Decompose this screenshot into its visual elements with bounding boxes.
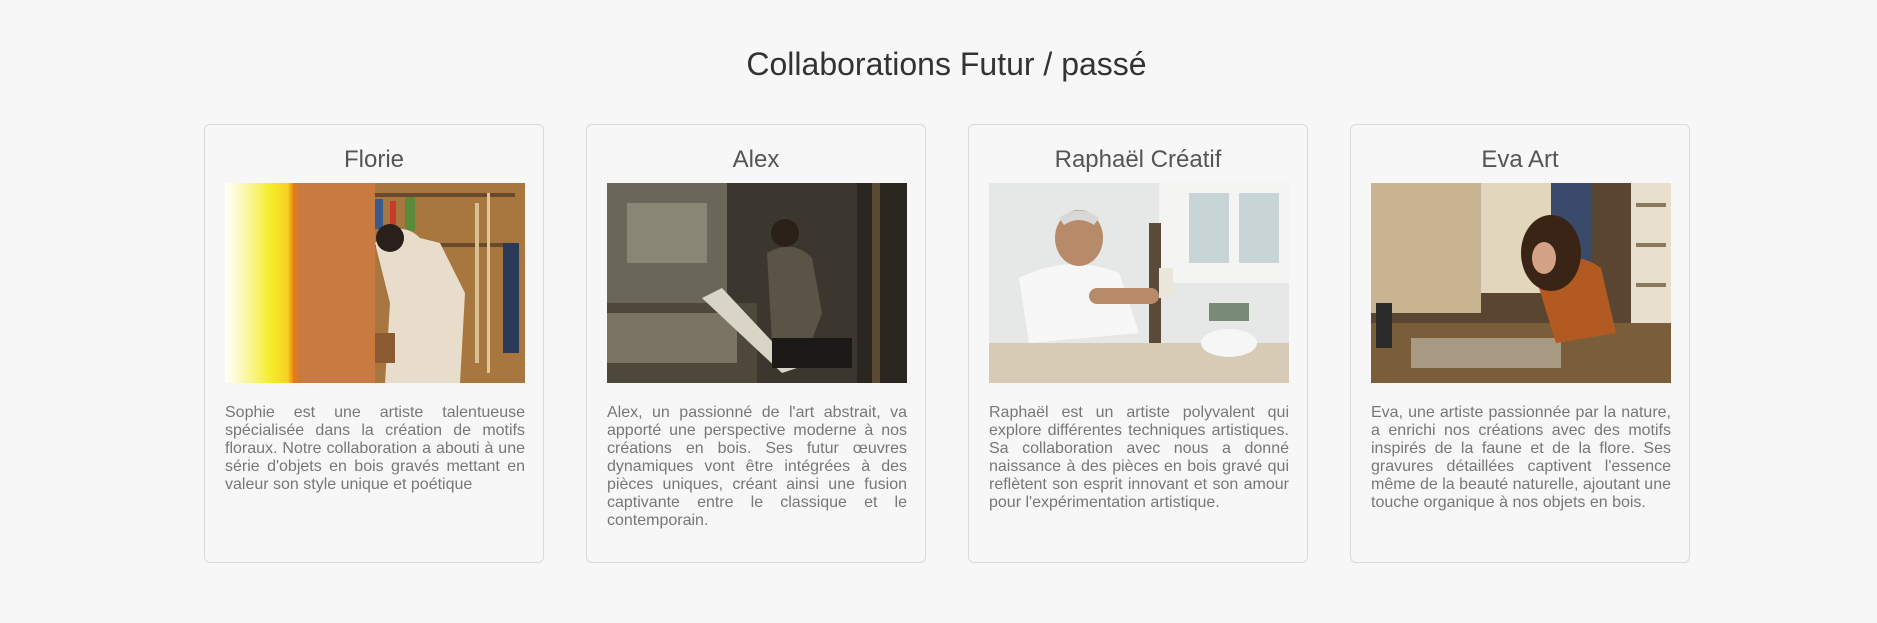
- card-description: Alex, un passionné de l'art abstrait, va…: [607, 404, 907, 529]
- section-title: Collaborations Futur / passé: [746, 46, 1147, 82]
- collaborator-card-eva: Eva Art Eva, une artiste passionnée par …: [1350, 124, 1690, 563]
- card-title: Eva Art: [1481, 146, 1559, 173]
- eva-painting-photo: [1371, 183, 1671, 383]
- collaborator-card-florie: Florie Sophie est une artiste talentueus…: [204, 124, 544, 563]
- card-description: Eva, une artiste passionnée par la natur…: [1371, 404, 1671, 511]
- collaborator-card-raphael: Raphaël Créatif Raphaël est un artiste p…: [968, 124, 1308, 563]
- card-title: Alex: [732, 146, 780, 173]
- alex-drawing-photo: [607, 183, 907, 383]
- card-description: Raphaël est un artiste polyvalent qui ex…: [989, 404, 1289, 511]
- collaborations-grid: Florie Sophie est une artiste talentueus…: [204, 124, 1692, 565]
- card-description: Sophie est une artiste talentueuse spéci…: [225, 404, 525, 493]
- card-title: Raphaël Créatif: [1054, 146, 1222, 173]
- collaborator-card-alex: Alex Alex, un passionné de l'art abstrai…: [586, 124, 926, 563]
- card-title: Florie: [343, 146, 404, 173]
- page: Collaborations Futur / passé Florie Soph…: [0, 0, 1877, 623]
- raphael-workbench-photo: [989, 183, 1289, 383]
- florie-workshop-photo: [225, 183, 525, 383]
